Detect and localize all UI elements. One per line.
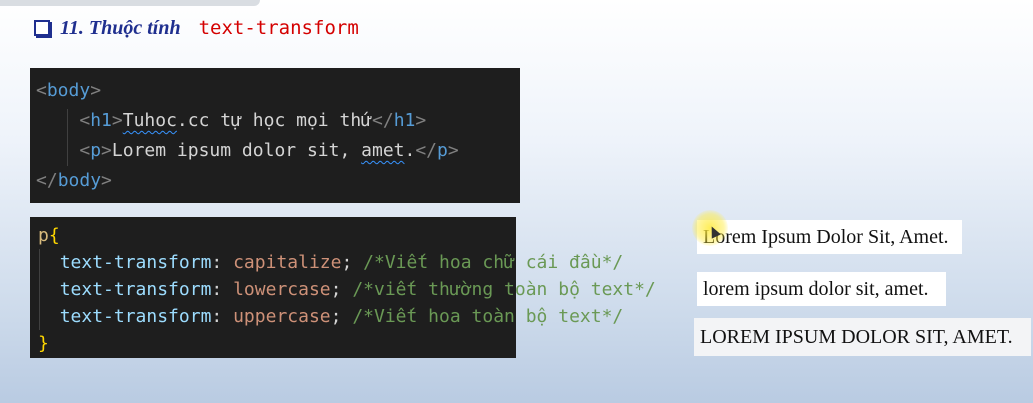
output-uppercase: LOREM IPSUM DOLOR SIT, AMET. bbox=[694, 318, 1031, 356]
css-value: uppercase bbox=[233, 306, 331, 327]
code-text: amet bbox=[361, 140, 405, 161]
code-tag: h1 bbox=[90, 110, 112, 131]
css-value: capitalize bbox=[233, 252, 342, 273]
code-tag: h1 bbox=[393, 110, 416, 131]
css-brace: } bbox=[38, 333, 49, 354]
code-text: .cc tự học mọi thứ bbox=[176, 110, 372, 131]
css-code-block: p{ text-transform: capitalize; /*Viết ho… bbox=[30, 217, 656, 358]
css-brace: { bbox=[48, 225, 60, 246]
indent-guide bbox=[67, 109, 68, 166]
css-property: text-transform bbox=[59, 252, 212, 273]
css-property: text-transform bbox=[59, 306, 212, 327]
section-heading: 11. Thuộc tính text-transform bbox=[34, 16, 359, 40]
css-comment: /*Viết hoa chữ cái đầu*/ bbox=[363, 252, 624, 273]
html-code-block: <body> <h1>Tuhoc.cc tự học mọi thứ</h1> … bbox=[30, 68, 520, 203]
code-text: . bbox=[404, 140, 416, 161]
css-value: lowercase bbox=[233, 279, 331, 300]
window-edge bbox=[0, 0, 260, 6]
css-selector: p bbox=[38, 225, 49, 246]
css-comment: /*viết thường toàn bộ text*/ bbox=[352, 279, 656, 300]
code-tag: p bbox=[90, 140, 102, 161]
code-text: Tuhoc bbox=[122, 110, 177, 131]
code-tag: body bbox=[46, 80, 91, 101]
code-tag: p bbox=[437, 140, 448, 161]
checkbox-bullet-icon bbox=[34, 20, 50, 36]
code-tag: body bbox=[57, 170, 102, 191]
indent-guide bbox=[39, 249, 40, 330]
heading-code: text-transform bbox=[198, 17, 359, 39]
code-text: Lorem ipsum dolor sit, bbox=[111, 140, 362, 161]
heading-title: 11. Thuộc tính bbox=[60, 16, 181, 39]
css-property: text-transform bbox=[59, 279, 212, 300]
output-capitalize: Lorem Ipsum Dolor Sit, Amet. bbox=[697, 220, 962, 254]
css-comment: /*Viết hoa toàn bộ text*/ bbox=[352, 306, 624, 327]
output-lowercase: lorem ipsum dolor sit, amet. bbox=[697, 272, 946, 306]
